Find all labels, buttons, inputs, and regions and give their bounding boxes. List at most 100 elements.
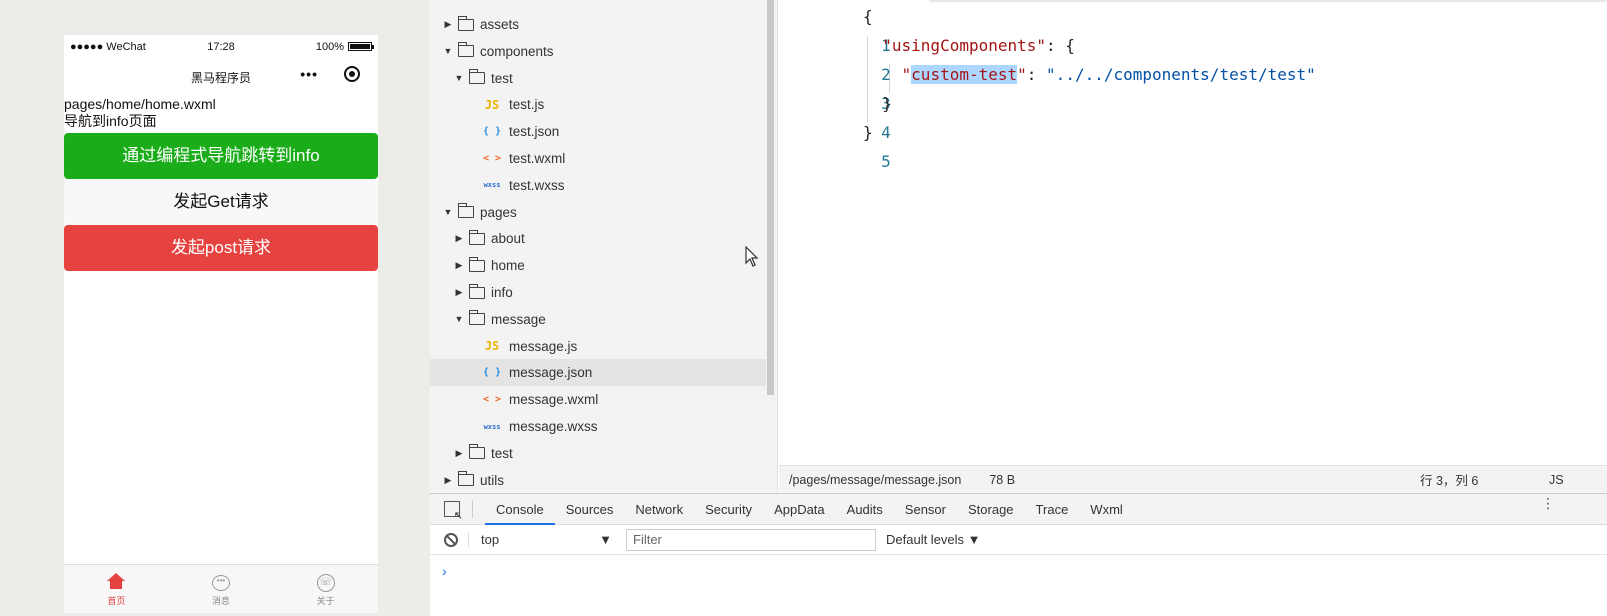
tree-file-message-wxss[interactable]: wxss message.wxss — [430, 413, 766, 440]
tree-item-label: message — [491, 311, 546, 327]
tree-folder-utils[interactable]: ▶ utils — [430, 467, 766, 493]
js-file-icon: JS — [484, 339, 500, 354]
page-path-text: pages/home/home.wxml — [64, 96, 216, 112]
tree-file-test-json[interactable]: { } test.json — [430, 118, 766, 145]
devtools-tab-storage[interactable]: Storage — [957, 494, 1025, 525]
log-levels-dropdown[interactable]: Default levels ▼ — [886, 532, 981, 547]
chevron-down-icon[interactable]: ▼ — [443, 207, 453, 217]
code-editor[interactable]: 1 { 2 "usingComponents": { 3 "custom-tes… — [779, 0, 1607, 465]
tree-file-test-wxml[interactable]: < > test.wxml — [430, 145, 766, 172]
tree-folder-test[interactable]: ▶ test — [430, 440, 766, 467]
tree-folder-test[interactable]: ▼ test — [430, 65, 766, 92]
context-selector[interactable]: top ▼ — [468, 532, 618, 547]
devtools-tab-wxml[interactable]: Wxml — [1079, 494, 1134, 525]
inspect-element-icon[interactable] — [444, 501, 463, 522]
wxss-file-icon: wxss — [483, 181, 501, 190]
tab-home[interactable]: 首页 — [64, 565, 169, 613]
folder-open-icon — [458, 42, 474, 58]
more-options-icon[interactable]: ⋮ — [1541, 496, 1555, 510]
code-line: 2 "usingComponents": { — [779, 31, 1075, 84]
close-mini-program-icon[interactable] — [344, 66, 360, 82]
chevron-right-icon[interactable]: ▶ — [454, 260, 464, 271]
chevron-right-icon[interactable]: ▶ — [443, 475, 453, 486]
folder-icon — [458, 471, 474, 487]
cursor-position[interactable]: 行 3，列 6 — [1420, 470, 1478, 489]
code-text: } — [863, 123, 873, 142]
code-text: { — [863, 7, 873, 26]
programmatic-nav-button[interactable]: 通过编程式导航跳转到info — [64, 133, 378, 179]
tab-label: 消息 — [212, 595, 231, 606]
tree-folder-assets[interactable]: ▶ assets — [430, 11, 766, 38]
chevron-right-icon[interactable]: ▶ — [454, 287, 464, 298]
devtools-tabs: ConsoleSourcesNetworkSecurityAppDataAudi… — [430, 494, 1607, 525]
tab-about[interactable]: ☏ 关于 — [273, 565, 378, 613]
wxml-file-icon: < > — [482, 394, 502, 406]
language-mode[interactable]: JS — [1549, 473, 1564, 487]
chevron-right-icon[interactable]: ▶ — [454, 448, 464, 459]
devtools-tab-sources[interactable]: Sources — [555, 494, 625, 525]
tree-file-message-js[interactable]: JS message.js — [430, 333, 766, 360]
chevron-down-icon[interactable]: ▼ — [454, 73, 464, 83]
devtools-tab-network[interactable]: Network — [624, 494, 694, 525]
devtools-tab-sensor[interactable]: Sensor — [894, 494, 957, 525]
json-file-icon: { } — [482, 367, 502, 379]
tree-item-label: test.js — [509, 97, 545, 113]
devtools-tab-appdata[interactable]: AppData — [763, 494, 836, 525]
get-request-button[interactable]: 发起Get请求 — [64, 179, 378, 225]
tree-folder-components[interactable]: ▼ components — [430, 38, 766, 65]
json-key: "usingComponents" — [882, 36, 1047, 55]
devtools-tab-audits[interactable]: Audits — [836, 494, 894, 525]
code-text: } — [863, 94, 892, 113]
tree-item-label: test.wxss — [509, 177, 565, 193]
folder-icon — [469, 283, 485, 299]
navigator-link[interactable]: 导航到info页面 — [64, 113, 378, 130]
post-request-button[interactable]: 发起post请求 — [64, 225, 378, 271]
tree-folder-pages[interactable]: ▼ pages — [430, 199, 766, 226]
tree-folder-info[interactable]: ▶ info — [430, 279, 766, 306]
tree-item-label: test.json — [509, 124, 560, 140]
code-line: 5 } — [779, 118, 891, 171]
devtools-tab-trace[interactable]: Trace — [1025, 494, 1080, 525]
editor-status-bar: /pages/message/message.json 78 B 行 3，列 6… — [779, 465, 1607, 493]
home-icon — [107, 572, 126, 594]
devtools-tab-security[interactable]: Security — [694, 494, 763, 525]
chevron-right-icon[interactable]: ▶ — [443, 19, 453, 30]
file-tree-scrollbar[interactable] — [767, 0, 774, 395]
tree-file-test-wxss[interactable]: wxss test.wxss — [430, 172, 766, 199]
folder-open-icon — [469, 69, 485, 85]
folder-icon — [458, 15, 474, 31]
about-icon: ☏ — [316, 573, 335, 592]
console-filter-input[interactable] — [626, 528, 876, 551]
file-path: /pages/message/message.json — [789, 472, 962, 487]
more-icon[interactable]: ••• — [300, 66, 318, 82]
chevron-right-icon[interactable]: ▶ — [454, 233, 464, 244]
line-number: 5 — [881, 152, 891, 171]
chevron-down-icon[interactable]: ▼ — [454, 314, 464, 324]
dropdown-arrow-icon: ▼ — [599, 532, 612, 547]
capsule-menu[interactable]: ••• — [300, 66, 360, 82]
selected-text: custom-test — [911, 65, 1018, 84]
devtools-tab-console[interactable]: Console — [485, 494, 555, 525]
folder-icon — [469, 256, 485, 272]
battery-icon — [348, 42, 374, 51]
tab-bar: 首页 ••• 消息 ☏ 关于 — [64, 564, 378, 613]
tree-item-label: message.json — [509, 365, 593, 381]
tree-file-test-js[interactable]: JS test.js — [430, 91, 766, 118]
tree-folder-message[interactable]: ▼ message — [430, 306, 766, 333]
tree-item-label: about — [491, 231, 525, 247]
tree-folder-about[interactable]: ▶ about — [430, 225, 766, 252]
tree-item-label: info — [491, 285, 513, 300]
chevron-down-icon[interactable]: ▼ — [443, 46, 453, 56]
tab-message[interactable]: ••• 消息 — [169, 565, 274, 613]
tree-item-label: test — [491, 70, 513, 86]
tree-file-message-json[interactable]: { } message.json — [430, 359, 766, 387]
console-prompt[interactable]: › — [442, 563, 1607, 579]
mouse-cursor-icon — [745, 246, 759, 267]
tree-folder-home[interactable]: ▶ home — [430, 252, 766, 279]
clear-console-icon[interactable] — [444, 532, 458, 547]
tree-item-label: pages — [480, 204, 517, 220]
tree-item-label: assets — [480, 17, 520, 32]
file-size: 78 B — [989, 472, 1016, 487]
wxss-file-icon: wxss — [483, 422, 501, 431]
tree-file-message-wxml[interactable]: < > message.wxml — [430, 386, 766, 413]
